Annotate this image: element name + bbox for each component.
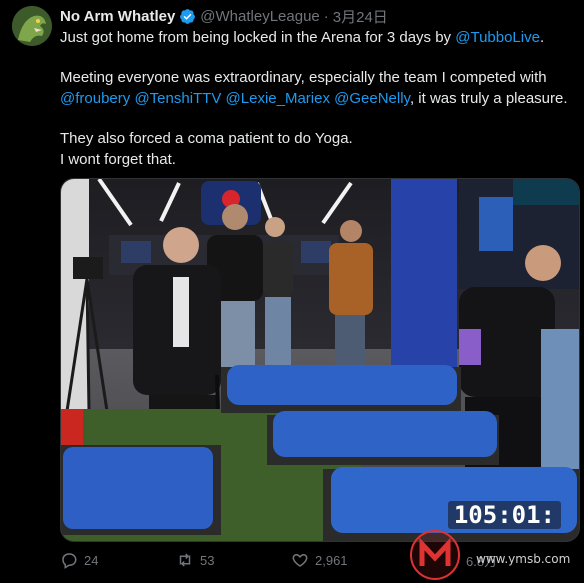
mention-link[interactable]: @froubery — [60, 90, 130, 107]
reply-count: 24 — [84, 552, 99, 568]
mention-link[interactable]: @TubboLive — [455, 29, 540, 46]
heart-icon — [292, 553, 308, 567]
countdown-timer-overlay: 105:01: — [447, 501, 561, 529]
tweet-paragraph-1: Just got home from being locked in the A… — [60, 27, 575, 48]
tweet-header: No Arm Whatley @WhatleyLeague · 3月24日 — [60, 6, 388, 26]
tweet-media-video[interactable]: 105:01: — [60, 178, 580, 542]
avatar-image — [12, 6, 52, 46]
author-handle[interactable]: @WhatleyLeague — [200, 8, 319, 25]
site-watermark: www.ymsb.com — [410, 530, 584, 580]
watermark-logo-icon — [410, 530, 460, 580]
watermark-m-icon — [419, 537, 451, 566]
separator-dot: · — [323, 7, 329, 25]
repost-count: 53 — [200, 552, 215, 568]
video-frame — [61, 179, 579, 541]
tweet-text-span: Just got home from being locked in the A… — [60, 29, 456, 46]
tweet-text-span: . — [539, 29, 545, 46]
watermark-text: www.ymsb.com — [476, 552, 571, 566]
tweet-text-span: They also forced a coma patient to do Yo… — [60, 130, 353, 147]
tweet-text-span: , it was truly a pleasure. — [409, 90, 568, 107]
mention-link[interactable]: @TenshiTTV — [134, 90, 221, 107]
tweet-paragraph-2: Meeting everyone was extraordinary, espe… — [60, 67, 575, 109]
repost-icon — [179, 553, 191, 567]
tweet-paragraph-3: They also forced a coma patient to do Yo… — [60, 128, 575, 170]
avatar[interactable] — [12, 6, 52, 46]
tweet-text-span: I wont forget that. — [60, 151, 176, 168]
mention-link[interactable]: @GeeNelly — [334, 90, 410, 107]
repost-button[interactable]: 53 — [176, 551, 214, 569]
reply-button[interactable]: 24 — [60, 551, 98, 569]
tweet-text: Just got home from being locked in the A… — [60, 27, 575, 170]
like-button[interactable]: 2,961 — [291, 551, 348, 569]
author-name[interactable]: No Arm Whatley — [60, 8, 175, 25]
verified-badge-icon — [180, 8, 196, 24]
tweet-text-span: Meeting everyone was extraordinary, espe… — [60, 69, 547, 86]
like-count: 2,961 — [315, 552, 348, 568]
tweet-date[interactable]: 3月24日 — [333, 6, 388, 27]
reply-icon — [62, 553, 77, 569]
mention-link[interactable]: @Lexie_Mariex — [226, 90, 330, 107]
